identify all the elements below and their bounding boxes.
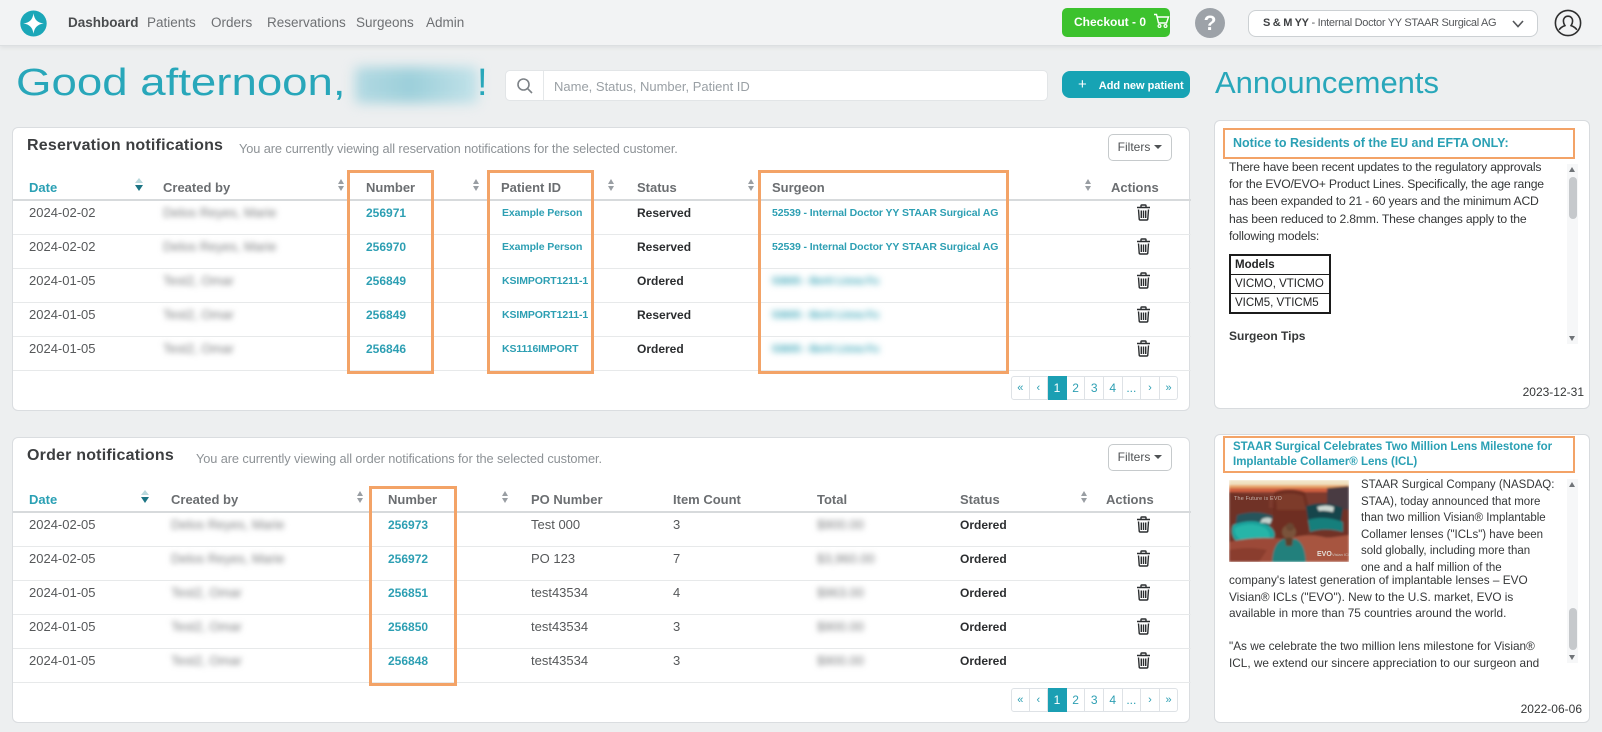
svg-text:EVO: EVO [1317, 551, 1332, 558]
svg-text:Visian ICL: Visian ICL [1332, 552, 1349, 557]
svg-text:The Future is EVO: The Future is EVO [1234, 496, 1282, 502]
